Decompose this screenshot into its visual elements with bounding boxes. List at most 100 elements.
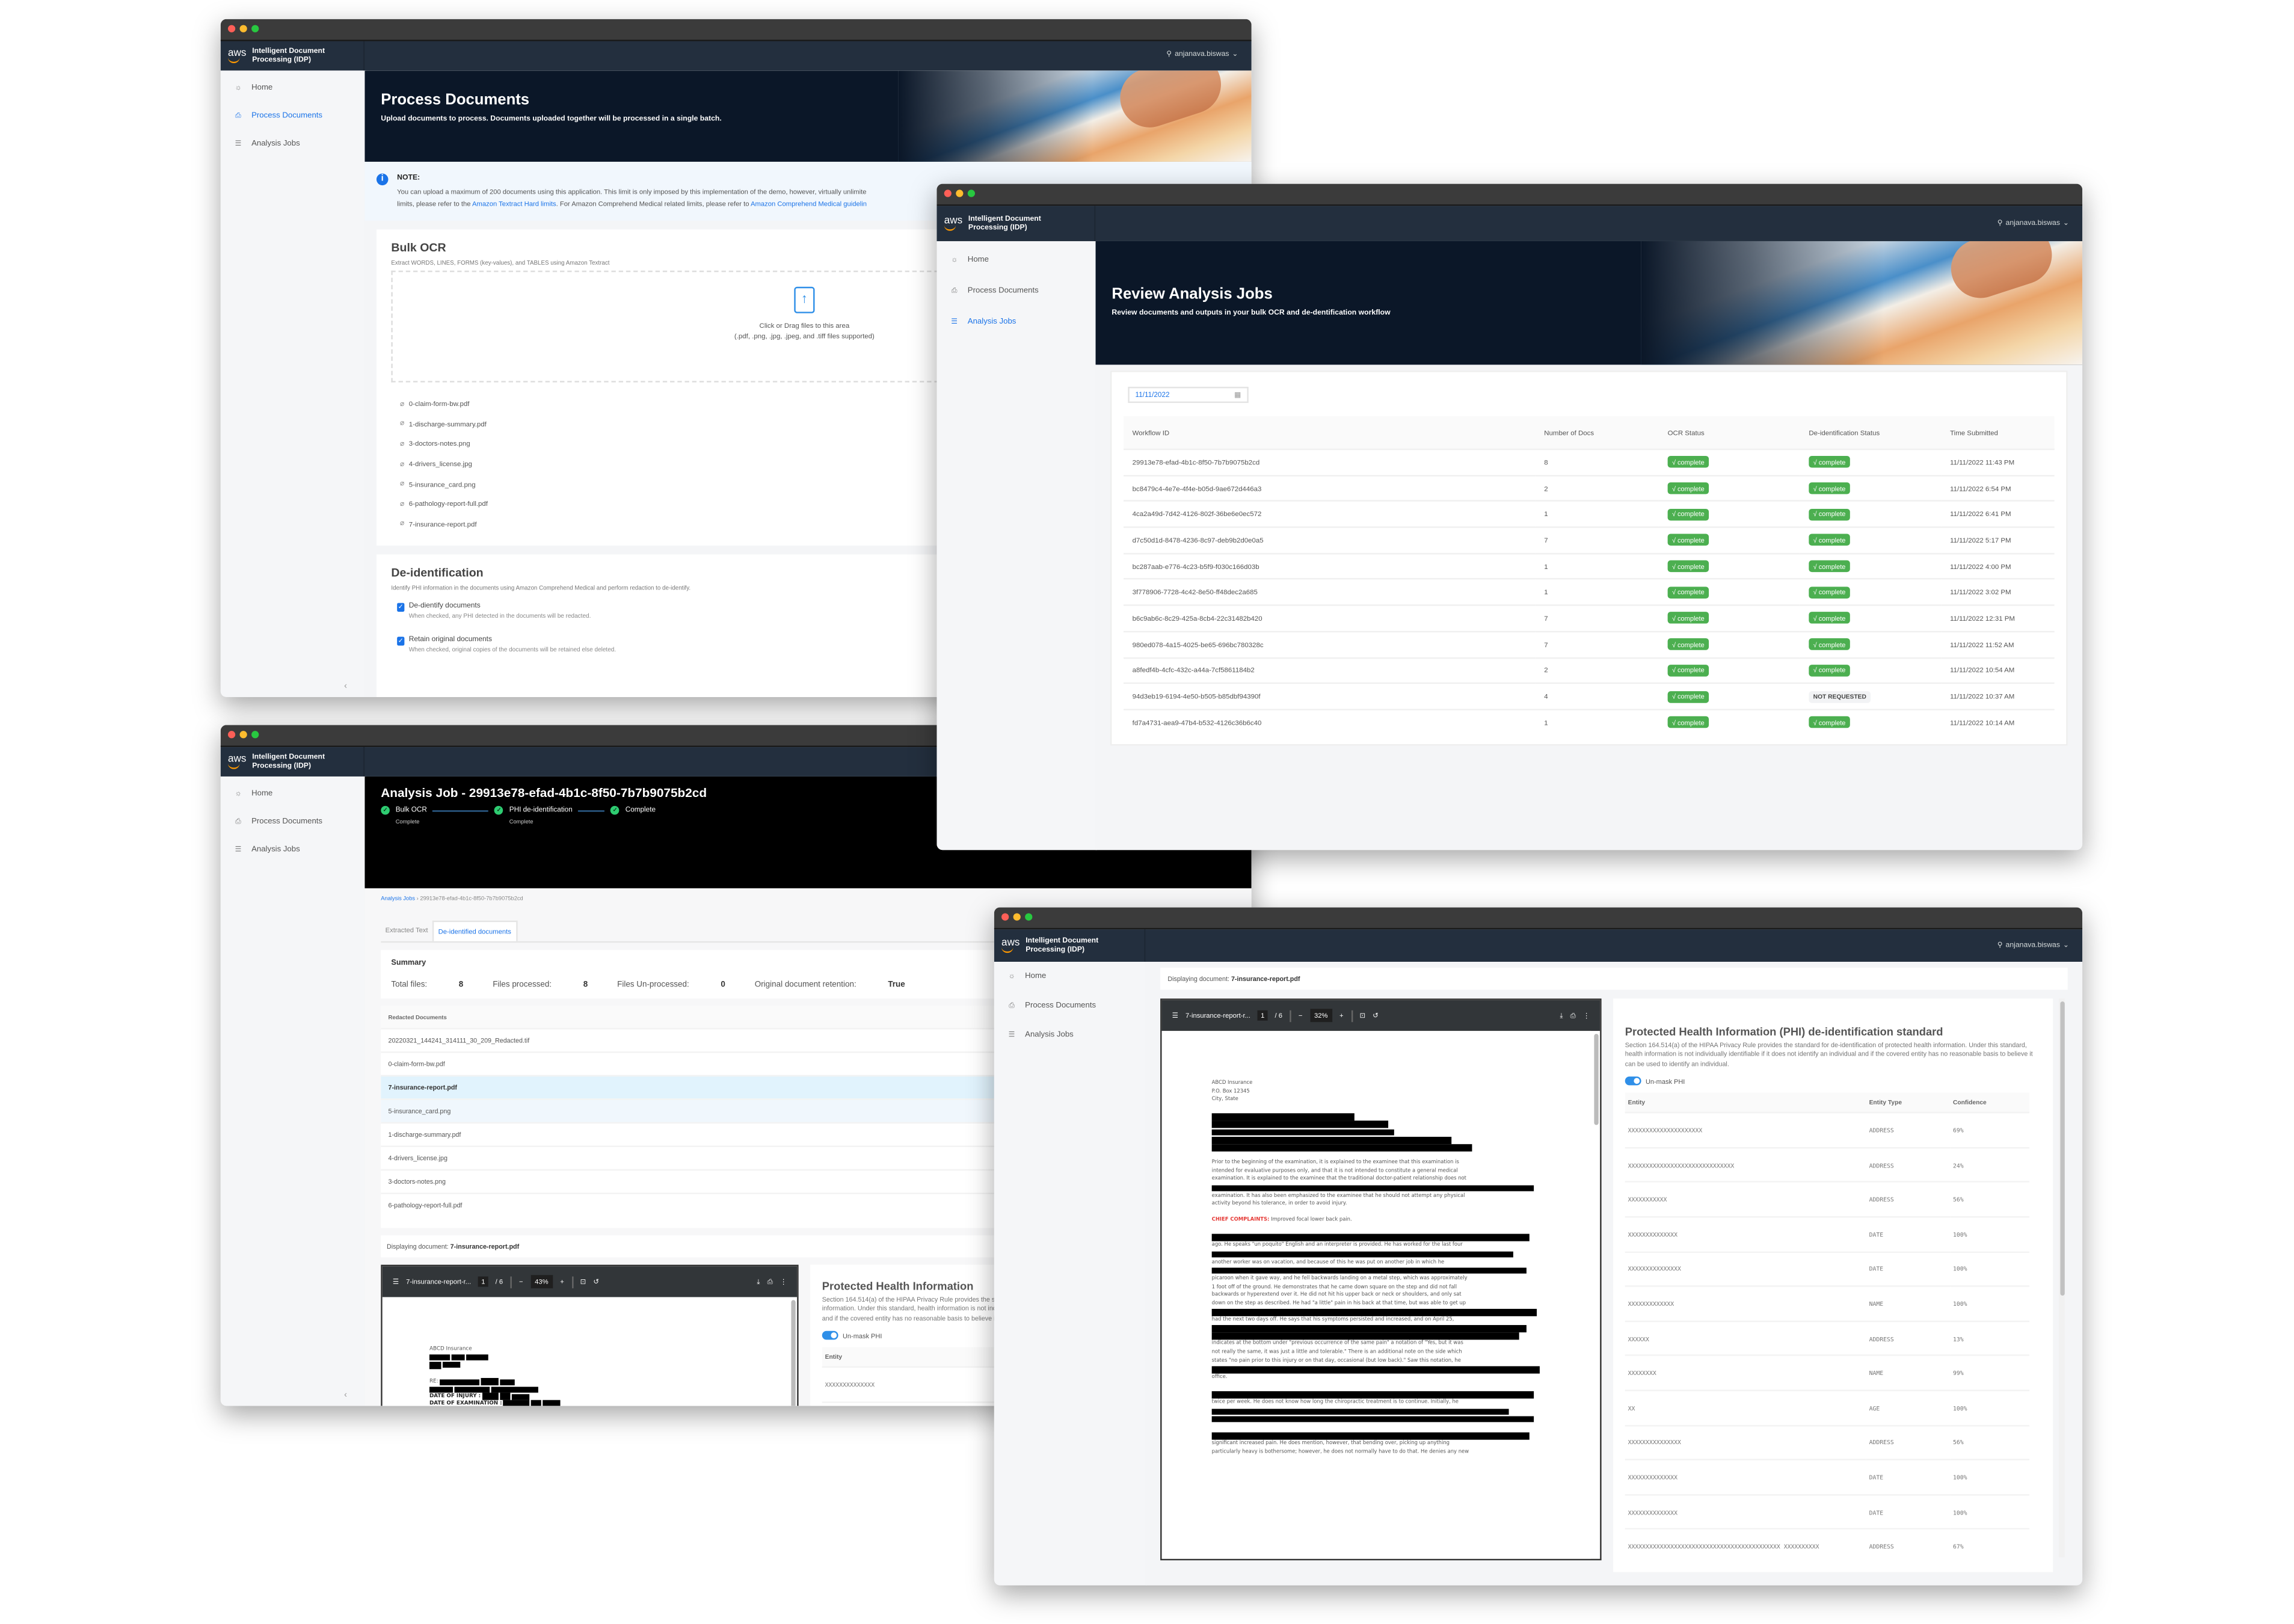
column-header-time-submitted[interactable]: Time Submitted (1941, 416, 2055, 449)
page-number-input[interactable]: 1 (1258, 1010, 1268, 1021)
sidebar-item-process-documents[interactable]: ⎙ Process Documents (994, 991, 1146, 1021)
table-row[interactable]: b6c9ab6c-8c29-425a-8cb4-22c31482b420 7 √ c… (1123, 604, 2055, 632)
zoom-level-input[interactable]: 32% (1309, 1009, 1332, 1023)
sidebar-item-analysis-jobs[interactable]: ☰ Analysis Jobs (994, 1021, 1146, 1050)
column-header-deid-status[interactable]: De-identification Status (1800, 416, 1942, 449)
fit-page-icon[interactable]: ⊡ (1360, 1011, 1365, 1020)
maximize-window-button[interactable] (967, 189, 976, 197)
table-row[interactable]: XXXXXXXXXXXXXXXXXXXXX ADDRESS 69% (1625, 1112, 2030, 1148)
maximize-window-button[interactable] (251, 25, 259, 32)
table-row[interactable]: XXXXXXXXXXXXXXXXXXXXXXXXXXXXXXXXXXXXXXXX… (1625, 1528, 2030, 1563)
column-header-workflow-id[interactable]: Workflow ID (1123, 416, 1536, 449)
table-row[interactable]: XXXXXXXXXXX ADDRESS 56% (1625, 1181, 2030, 1217)
close-window-button[interactable] (227, 731, 236, 739)
table-row[interactable]: 3f778906-7728-4c42-8e50-ff48dec2a685 1 √ c… (1123, 578, 2055, 606)
calendar-icon[interactable]: ▦ (1234, 388, 1241, 404)
close-window-button[interactable] (944, 189, 952, 197)
table-row[interactable]: XX AGE 100% (1625, 1389, 2030, 1426)
workflow-id-cell[interactable]: a8fedf4b-4cfc-432c-a44a-7cf5861184b2 (1123, 656, 1536, 684)
download-icon[interactable]: ⤓ (1560, 1012, 1563, 1019)
sidebar-item-home[interactable]: ☼ Home (221, 73, 365, 101)
table-row[interactable]: bc287aab-e776-4c23-b5f9-f030c166d03b 1 √ c… (1123, 552, 2055, 580)
table-row[interactable]: XXXXXX ADDRESS 13% (1625, 1320, 2030, 1356)
close-window-button[interactable] (1001, 913, 1009, 921)
workflow-id-cell[interactable]: 980ed078-4a15-4025-be65-696bc780328c (1123, 630, 1536, 657)
workflow-id-cell[interactable]: 94d3eb19-6194-4e50-b505-b85dbf94390f (1123, 682, 1536, 710)
workflow-id-cell[interactable]: 3f778906-7728-4c42-8e50-ff48dec2a685 (1123, 578, 1536, 606)
sidebar-item-analysis-jobs[interactable]: ☰ Analysis Jobs (221, 835, 365, 863)
workflow-id-cell[interactable]: b6c9ab6c-8c29-425a-8cb4-22c31482b420 (1123, 604, 1536, 632)
collapse-sidebar-icon[interactable]: ‹ (344, 682, 347, 691)
breadcrumb-analysis-jobs[interactable]: Analysis Jobs (381, 896, 415, 902)
brand[interactable]: aws Intelligent Document Processing (IDP) (221, 747, 365, 777)
workflow-id-cell[interactable]: d7c50d1d-8478-4236-8c97-deb9b2d0e0a5 (1123, 526, 1536, 553)
page-number-input[interactable]: 1 (478, 1276, 488, 1287)
table-row[interactable]: XXXXXXXXXXXXX NAME 100% (1625, 1285, 2030, 1321)
rotate-icon[interactable]: ↺ (593, 1277, 598, 1286)
column-header-ocr-status[interactable]: OCR Status (1658, 416, 1800, 449)
menu-icon[interactable]: ☰ (393, 1277, 399, 1286)
zoom-in-icon[interactable]: + (1339, 1012, 1344, 1019)
table-row[interactable]: XXXXXXXXXXXXXX DATE 100% (1625, 1216, 2030, 1252)
maximize-window-button[interactable] (1025, 913, 1033, 921)
table-row[interactable]: 980ed078-4a15-4025-be65-696bc780328c 7 √ c… (1123, 630, 2055, 657)
user-menu[interactable]: ⚲anjanava.biswas⌄ (1997, 941, 2069, 950)
user-menu[interactable]: ⚲anjanava.biswas⌄ (1166, 50, 1238, 59)
sidebar-item-process-documents[interactable]: ⎙ Process Documents (936, 275, 1095, 306)
table-row[interactable]: fd7a4731-aea9-47b4-b532-4126c36b6c40 1 √ c… (1123, 709, 2055, 735)
more-options-icon[interactable]: ⋮ (780, 1277, 787, 1286)
sidebar-item-process-documents[interactable]: ⎙ Process Documents (221, 807, 365, 835)
minimize-window-button[interactable] (1013, 913, 1021, 921)
zoom-level-input[interactable]: 43% (530, 1275, 553, 1288)
brand[interactable]: aws Intelligent Document Processing (IDP) (221, 41, 365, 71)
unmask-phi-toggle[interactable]: Un-mask PHI (1625, 1077, 2041, 1086)
print-icon[interactable]: ⎙ (1570, 1012, 1576, 1019)
collapse-sidebar-icon[interactable]: ‹ (344, 1391, 347, 1400)
tab-extracted-text[interactable]: Extracted Text (381, 921, 432, 941)
table-row[interactable]: XXXXXXXXXXXXXXXXXXXXXXXXXXXXXX ADDRESS 24% (1625, 1146, 2030, 1183)
minimize-window-button[interactable] (956, 189, 964, 197)
table-row[interactable]: 29913e78-efad-4b1c-8f50-7b7b9075b2cd 8 √ c… (1123, 448, 2055, 476)
table-row[interactable]: XXXXXXXXXXXXXXX DATE 100% (1625, 1250, 2030, 1287)
maximize-window-button[interactable] (251, 731, 259, 739)
sidebar-item-home[interactable]: ☼ Home (994, 962, 1146, 991)
table-row[interactable]: a8fedf4b-4cfc-432c-a44a-7cf5861184b2 2 √ c… (1123, 656, 2055, 684)
rotate-icon[interactable]: ↺ (1373, 1011, 1378, 1020)
more-options-icon[interactable]: ⋮ (1583, 1011, 1590, 1020)
table-row[interactable]: XXXXXXXX NAME 99% (1625, 1355, 2030, 1391)
workflow-id-cell[interactable]: bc8479c4-4e7e-4f4e-b05d-9ae672d446a3 (1123, 474, 1536, 502)
textract-limits-link[interactable]: Amazon Textract Hard limits (472, 199, 556, 206)
tab-deidentified-documents[interactable]: De-identified documents (432, 920, 517, 941)
menu-icon[interactable]: ☰ (1172, 1011, 1178, 1020)
zoom-in-icon[interactable]: + (560, 1278, 564, 1285)
minimize-window-button[interactable] (239, 25, 247, 32)
brand[interactable]: aws Intelligent Document Processing (IDP) (936, 206, 1096, 241)
workflow-id-cell[interactable]: bc287aab-e776-4c23-b5f9-f030c166d03b (1123, 552, 1536, 580)
close-window-button[interactable] (227, 25, 236, 32)
sidebar-item-home[interactable]: ☼ Home (221, 780, 365, 807)
pdf-scrollbar[interactable] (1594, 1033, 1599, 1125)
zoom-out-icon[interactable]: − (519, 1278, 523, 1285)
download-icon[interactable]: ⤓ (757, 1278, 760, 1285)
zoom-out-icon[interactable]: − (1299, 1012, 1303, 1019)
sidebar-item-analysis-jobs[interactable]: ☰ Analysis Jobs (936, 306, 1095, 337)
table-row[interactable]: XXXXXXXXXXXXXX DATE 100% (1625, 1493, 2030, 1530)
table-row[interactable]: 4ca2a49d-7d42-4126-802f-36be6e0ec572 1 √ c… (1123, 500, 2055, 527)
fit-page-icon[interactable]: ⊡ (580, 1277, 586, 1286)
table-row[interactable]: d7c50d1d-8478-4236-8c97-deb9b2d0e0a5 7 √ c… (1123, 526, 2055, 553)
print-icon[interactable]: ⎙ (767, 1278, 773, 1285)
column-header-number-of-docs[interactable]: Number of Docs (1535, 416, 1659, 449)
sidebar-item-home[interactable]: ☼ Home (936, 244, 1095, 275)
date-filter-input[interactable]: 11/11/2022 ▦ (1128, 387, 1249, 404)
user-menu[interactable]: ⚲anjanava.biswas⌄ (1997, 219, 2069, 228)
pdf-scrollbar[interactable] (791, 1300, 796, 1406)
pdf-viewer[interactable]: ☰ 7-insurance-report-r... 1 / 6 − 43% + ⊡… (381, 1264, 799, 1406)
pdf-viewer[interactable]: ☰ 7-insurance-report-r... 1 / 6 − 32% + ⊡… (1160, 998, 1602, 1561)
comprehend-medical-link[interactable]: Amazon Comprehend Medical guidelin (751, 199, 867, 206)
phi-panel-scrollbar[interactable] (2059, 998, 2065, 1558)
sidebar-item-analysis-jobs[interactable]: ☰ Analysis Jobs (221, 129, 365, 157)
brand[interactable]: aws Intelligent Document Processing (IDP) (994, 929, 1146, 962)
workflow-id-cell[interactable]: fd7a4731-aea9-47b4-b532-4126c36b6c40 (1123, 709, 1536, 735)
table-row[interactable]: XXXXXXXXXXXXXXX ADDRESS 56% (1625, 1424, 2030, 1460)
table-row[interactable]: bc8479c4-4e7e-4f4e-b05d-9ae672d446a3 2 √ c… (1123, 474, 2055, 502)
